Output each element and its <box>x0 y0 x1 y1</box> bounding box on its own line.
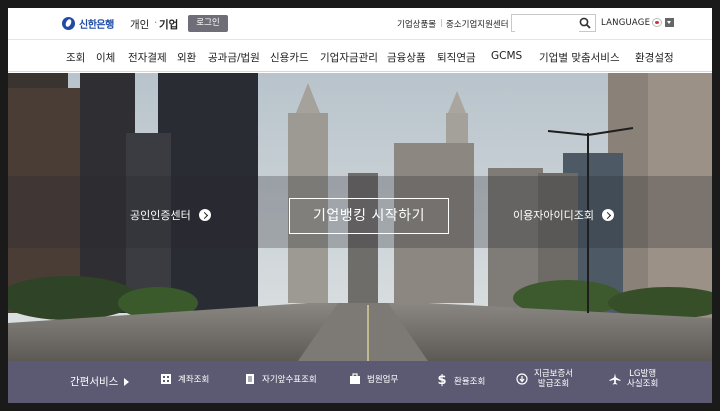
logo-text: 신한은행 <box>79 20 114 31</box>
quick-account-inquiry[interactable]: 계좌조회 <box>160 373 209 385</box>
browser-frame: 신한은행 개인 · 기업 로그인 기업상품몰 | 중소기업지원센터 LANGUA… <box>8 8 712 403</box>
quick-guarantee-inquiry[interactable]: 지급보증서 발급조회 <box>516 369 573 389</box>
chevron-down-icon[interactable] <box>665 18 674 27</box>
search-box[interactable] <box>511 14 596 35</box>
quick-court-services-label: 법원업무 <box>367 375 399 385</box>
nav-inquiry[interactable]: 조회 <box>66 50 85 65</box>
nav-e-payment[interactable]: 전자결제 <box>128 50 167 65</box>
quick-guarantee-label-line1: 지급보증서 <box>534 369 574 379</box>
nav-foreign-exchange[interactable]: 외환 <box>177 50 196 65</box>
quick-lg-fact-label-line2: 사실조회 <box>627 379 659 389</box>
receipt-icon <box>246 374 254 384</box>
nav-transfer[interactable]: 이체 <box>96 50 115 65</box>
top-bar: 신한은행 개인 · 기업 로그인 기업상품몰 | 중소기업지원센터 LANGUA… <box>8 8 712 40</box>
arrow-right-circle-icon <box>198 209 211 221</box>
language-link[interactable]: LANGUAGE <box>601 18 650 28</box>
briefcase-icon <box>350 373 360 384</box>
hero-banner: 공인인증센터 기업뱅킹 시작하기 이용자아이디조회 <box>8 73 712 361</box>
user-id-lookup-link[interactable]: 이용자아이디조회 <box>513 207 614 223</box>
airplane-icon <box>609 373 621 385</box>
download-icon <box>516 373 528 385</box>
segment-separator: · <box>154 17 158 29</box>
quick-court-services[interactable]: 법원업무 <box>349 373 398 385</box>
certificate-center-link[interactable]: 공인인증센터 <box>130 207 211 223</box>
nav-credit-card[interactable]: 신용카드 <box>270 50 309 65</box>
nav-utility-court[interactable]: 공과금/법원 <box>208 50 260 65</box>
nav-settings[interactable]: 환경설정 <box>635 50 674 65</box>
util-separator: | <box>440 18 443 27</box>
quick-guarantee-label: 지급보증서 발급조회 <box>534 369 573 389</box>
calculator-icon <box>161 374 171 384</box>
quick-exchange-rate-label: 환율조회 <box>454 376 486 387</box>
segment-corporate[interactable]: 기업 <box>159 17 178 32</box>
search-icon[interactable] <box>579 17 591 29</box>
login-button[interactable]: 로그인 <box>188 15 228 32</box>
nav-retirement-pension[interactable]: 퇴직연금 <box>437 50 476 65</box>
quick-lg-fact-label: LG발행 사실조회 <box>627 369 658 389</box>
korea-flag-icon[interactable] <box>652 18 662 27</box>
quick-cashier-check-inquiry[interactable]: 자기앞수표조회 <box>244 373 317 385</box>
nav-financial-products[interactable]: 금융상품 <box>387 50 426 65</box>
shinhan-logo[interactable]: 신한은행 <box>62 16 114 31</box>
main-navigation: 조회 이체 전자결제 외환 공과금/법원 신용카드 기업자금관리 금융상품 퇴직… <box>8 40 712 72</box>
segment-personal[interactable]: 개인 <box>130 17 149 32</box>
quick-lg-fact-label-line1: LG발행 <box>629 369 657 379</box>
quick-services-title[interactable]: 간편서비스 <box>70 374 130 389</box>
search-input[interactable] <box>515 20 579 35</box>
shinhan-logo-icon <box>62 17 75 30</box>
certificate-center-label: 공인인증센터 <box>130 209 191 222</box>
quick-lg-fact-inquiry[interactable]: LG발행 사실조회 <box>609 369 658 389</box>
nav-corporate-fund-management[interactable]: 기업자금관리 <box>320 50 378 65</box>
nav-gcms[interactable]: GCMS <box>491 50 522 62</box>
quick-services-label: 간편서비스 <box>70 376 119 388</box>
dollar-icon: $ <box>437 373 447 388</box>
quick-account-inquiry-label: 계좌조회 <box>178 375 210 385</box>
start-corporate-banking-button[interactable]: 기업뱅킹 시작하기 <box>289 198 449 234</box>
corporate-product-mall-link[interactable]: 기업상품몰 <box>397 18 436 30</box>
quick-cashier-check-label: 자기앞수표조회 <box>262 375 317 385</box>
user-id-lookup-label: 이용자아이디조회 <box>513 209 594 222</box>
nav-custom-services[interactable]: 기업별 맞춤서비스 <box>539 50 620 65</box>
sme-support-center-link[interactable]: 중소기업지원센터 <box>446 18 509 30</box>
quick-guarantee-label-line2: 발급조회 <box>537 379 570 389</box>
arrow-right-circle-icon <box>601 209 614 221</box>
quick-exchange-rate[interactable]: $ 환율조회 <box>436 373 485 388</box>
quick-services-bar: 간편서비스 계좌조회 자기앞수표조회 법원업무 $ 환율조회 지급보증서 발급조… <box>8 361 712 403</box>
play-arrow-icon <box>124 377 130 386</box>
